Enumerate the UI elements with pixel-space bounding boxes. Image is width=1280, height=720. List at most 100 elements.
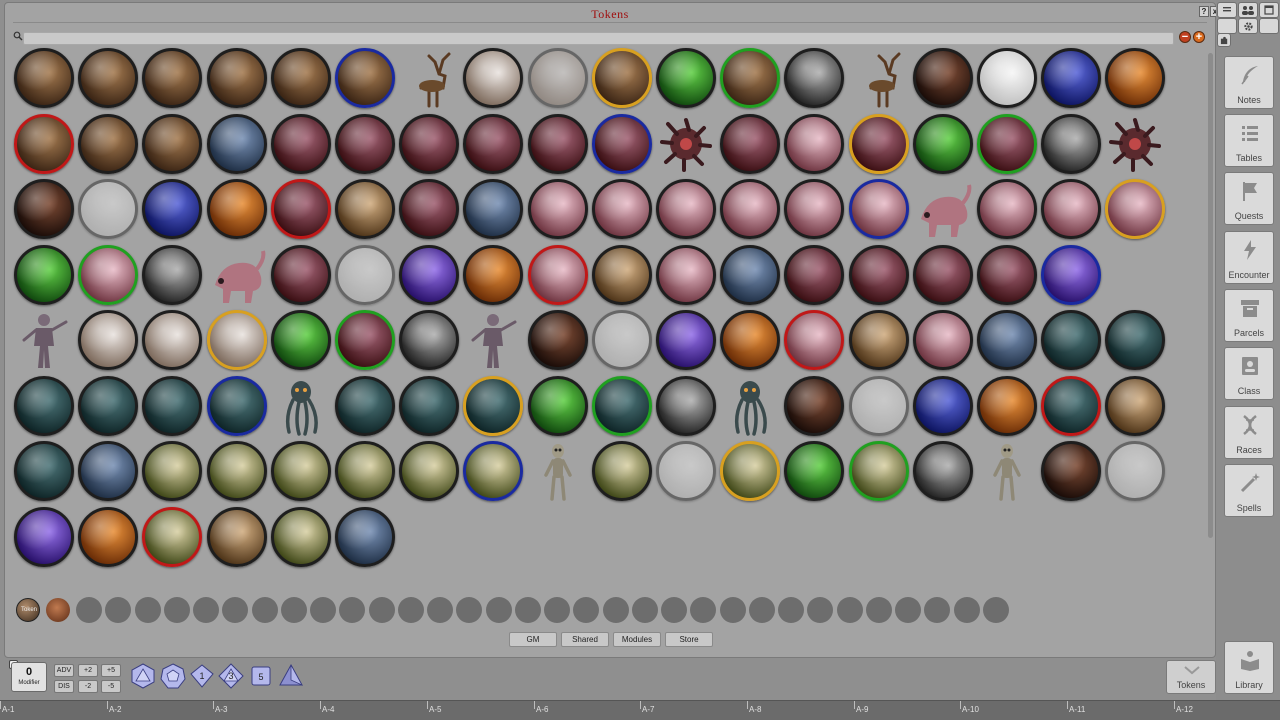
token-green[interactable]	[528, 376, 588, 436]
token-dark[interactable]	[784, 376, 844, 436]
token-brown[interactable]	[78, 48, 138, 108]
token-green[interactable]	[913, 114, 973, 174]
token-maroon[interactable]	[271, 245, 331, 305]
empty-token-slot[interactable]	[690, 597, 717, 623]
empty-token-slot[interactable]	[310, 597, 336, 623]
token-brown-green-border[interactable]	[720, 48, 780, 108]
token-pink[interactable]	[656, 179, 716, 239]
token-tan[interactable]	[592, 245, 652, 305]
token-slate[interactable]	[977, 310, 1037, 370]
tab-modules[interactable]: Modules	[613, 632, 661, 647]
token-pink[interactable]	[592, 179, 652, 239]
tentacle-figure-token[interactable]	[720, 376, 780, 436]
vertical-scrollbar[interactable]	[1208, 53, 1213, 538]
dis-button[interactable]: DIS	[54, 680, 74, 693]
token-maroon-gold-border[interactable]	[849, 114, 909, 174]
token-maroon[interactable]	[913, 245, 973, 305]
token-olive-red-border[interactable]	[142, 507, 202, 567]
token-brown[interactable]	[142, 48, 202, 108]
token-white[interactable]	[78, 179, 138, 239]
d20-die-icon[interactable]	[130, 663, 156, 689]
token-maroon[interactable]	[784, 245, 844, 305]
empty-token-slot[interactable]	[544, 597, 570, 623]
empty-token-slot[interactable]	[339, 597, 366, 623]
empty-token-slot[interactable]	[865, 597, 892, 623]
minus-5-button[interactable]: -5	[101, 680, 121, 693]
token-olive[interactable]	[592, 441, 652, 501]
token-orange[interactable]	[720, 310, 780, 370]
sidebar-item-encounter[interactable]: Encounter	[1224, 231, 1274, 284]
token-dark[interactable]	[14, 179, 74, 239]
token-pale[interactable]	[528, 48, 588, 108]
token-white[interactable]	[335, 245, 395, 305]
empty-token-slot[interactable]	[163, 597, 190, 623]
empty-token-slot[interactable]	[924, 597, 951, 623]
token-brown-red-border[interactable]	[14, 114, 74, 174]
token-gray[interactable]	[784, 48, 844, 108]
plus-5-button[interactable]: +5	[101, 664, 121, 677]
sidebar-button-6[interactable]	[1259, 18, 1279, 34]
sidebar-item-library[interactable]: Library	[1224, 641, 1274, 694]
sidebar-item-tables[interactable]: Tables	[1224, 114, 1274, 167]
treasure-bag-icon[interactable]	[46, 598, 70, 622]
token-purple-blue-border[interactable]	[1041, 245, 1101, 305]
token-pale-gold-border[interactable]	[207, 310, 267, 370]
d10-die-icon[interactable]: 1	[189, 663, 215, 689]
empty-token-slot[interactable]	[76, 597, 102, 623]
empty-token-slot[interactable]	[748, 597, 775, 623]
token-gray[interactable]	[399, 310, 459, 370]
token-olive[interactable]	[399, 441, 459, 501]
token-white[interactable]	[656, 441, 716, 501]
token-pink[interactable]	[528, 179, 588, 239]
minus-2-button[interactable]: -2	[78, 680, 98, 693]
token-olive[interactable]	[207, 441, 267, 501]
beast-figure-token[interactable]	[207, 245, 267, 305]
token-olive[interactable]	[271, 507, 331, 567]
token-orange[interactable]	[977, 376, 1037, 436]
token-brown-blue-border[interactable]	[335, 48, 395, 108]
sidebar-item-quests[interactable]: Quests	[1224, 172, 1274, 225]
token-slate[interactable]	[335, 507, 395, 567]
token-teal-gold-border[interactable]	[463, 376, 523, 436]
empty-token-slot[interactable]	[134, 597, 161, 623]
token-gray[interactable]	[142, 245, 202, 305]
token-maroon-red-border[interactable]	[271, 179, 331, 239]
tab-shared[interactable]: Shared	[561, 632, 609, 647]
token-pink-green-border[interactable]	[78, 245, 138, 305]
token-purple[interactable]	[399, 245, 459, 305]
token-white[interactable]	[977, 48, 1037, 108]
token-teal[interactable]	[1105, 310, 1165, 370]
empty-token-slot[interactable]	[895, 597, 921, 623]
token-olive[interactable]	[335, 441, 395, 501]
token-purple[interactable]	[656, 310, 716, 370]
empty-token-slot[interactable]	[661, 597, 687, 623]
empty-token-slot[interactable]	[514, 597, 541, 623]
stag-figure-token[interactable]	[849, 48, 909, 108]
empty-token-slot[interactable]	[427, 597, 453, 623]
token-olive-blue-border[interactable]	[463, 441, 523, 501]
token-white[interactable]	[849, 376, 909, 436]
token-olive[interactable]	[142, 441, 202, 501]
sidebar-item-parcels[interactable]: Parcels	[1224, 289, 1274, 342]
token-gray[interactable]	[1041, 114, 1101, 174]
empty-token-slot[interactable]	[251, 597, 278, 623]
d8-die-icon[interactable]: 3	[218, 663, 244, 689]
token-blue[interactable]	[913, 376, 973, 436]
empty-token-slot[interactable]	[222, 597, 249, 623]
stag-figure-token[interactable]	[399, 48, 459, 108]
token-maroon[interactable]	[399, 114, 459, 174]
token-tan[interactable]	[207, 507, 267, 567]
token-teal[interactable]	[142, 376, 202, 436]
token-maroon[interactable]	[720, 114, 780, 174]
token-pale[interactable]	[78, 310, 138, 370]
token-brown[interactable]	[142, 114, 202, 174]
token-teal[interactable]	[335, 376, 395, 436]
search-input[interactable]	[23, 32, 1174, 45]
add-button[interactable]: +	[1193, 31, 1205, 43]
token-maroon[interactable]	[977, 245, 1037, 305]
token-gray[interactable]	[913, 441, 973, 501]
token-olive-gold-border[interactable]	[720, 441, 780, 501]
token-pink[interactable]	[1041, 179, 1101, 239]
token-green[interactable]	[271, 310, 331, 370]
token-pale[interactable]	[142, 310, 202, 370]
